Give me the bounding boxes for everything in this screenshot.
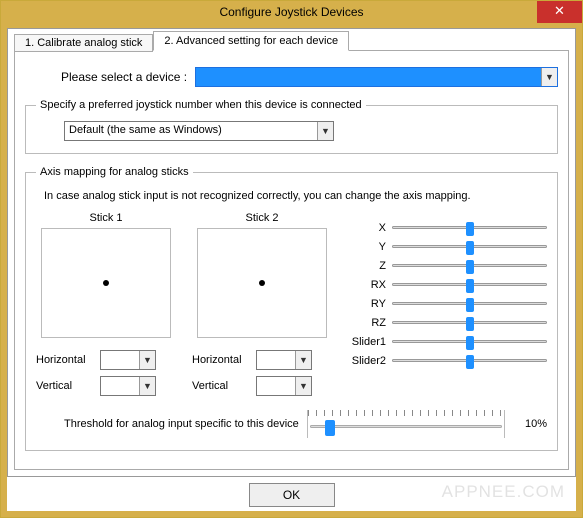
stick2-h-select[interactable]: ▼ xyxy=(256,350,312,370)
threshold-label: Threshold for analog input specific to t… xyxy=(64,418,299,430)
client-area: 1. Calibrate analog stick 2. Advanced se… xyxy=(1,22,582,517)
slider-thumb-icon xyxy=(466,279,474,293)
axis-slider[interactable] xyxy=(392,240,547,254)
axis-slider[interactable] xyxy=(392,316,547,330)
ok-button[interactable]: OK xyxy=(249,483,335,507)
threshold-slider[interactable] xyxy=(307,410,505,438)
axis-slider-row: RY xyxy=(342,294,547,313)
tab-advanced[interactable]: 2. Advanced setting for each device xyxy=(153,31,349,51)
axis-note: In case analog stick input is not recogn… xyxy=(44,190,547,202)
axis-slider[interactable] xyxy=(392,278,547,292)
stick1-v-select[interactable]: ▼ xyxy=(100,376,156,396)
axis-mapping-group: Axis mapping for analog sticks In case a… xyxy=(25,166,558,451)
axis-slider-row: Slider2 xyxy=(342,351,547,370)
slider-thumb-icon xyxy=(466,260,474,274)
axis-slider-label: Slider2 xyxy=(342,355,386,367)
device-select-value xyxy=(196,68,541,86)
joystick-number-legend: Specify a preferred joystick number when… xyxy=(36,99,366,111)
axis-slider-label: Z xyxy=(342,260,386,272)
tabstrip: 1. Calibrate analog stick 2. Advanced se… xyxy=(14,28,569,50)
stick1-preview xyxy=(41,228,171,338)
axis-slider-row: RX xyxy=(342,275,547,294)
window: Configure Joystick Devices ✕ 1. Calibrat… xyxy=(0,0,583,518)
slider-thumb-icon xyxy=(466,222,474,236)
axis-slider-row: X xyxy=(342,218,547,237)
button-bar: OK xyxy=(7,477,576,511)
joystick-number-group: Specify a preferred joystick number when… xyxy=(25,99,558,154)
chevron-down-icon: ▼ xyxy=(295,351,311,369)
slider-thumb-icon xyxy=(466,355,474,369)
axis-slider-label: RZ xyxy=(342,317,386,329)
axis-slider-row: Y xyxy=(342,237,547,256)
tab-calibrate[interactable]: 1. Calibrate analog stick xyxy=(14,34,153,52)
axis-slider[interactable] xyxy=(392,221,547,235)
stick1-dot-icon xyxy=(103,280,109,286)
inner-panel: 1. Calibrate analog stick 2. Advanced se… xyxy=(7,28,576,477)
window-title: Configure Joystick Devices xyxy=(1,5,582,19)
joystick-number-select[interactable]: Default (the same as Windows) ▼ xyxy=(64,121,334,141)
axis-slider-label: Y xyxy=(342,241,386,253)
stick2-header: Stick 2 xyxy=(192,212,332,224)
titlebar: Configure Joystick Devices ✕ xyxy=(1,1,582,22)
chevron-down-icon: ▼ xyxy=(295,377,311,395)
axis-slider[interactable] xyxy=(392,297,547,311)
chevron-down-icon: ▼ xyxy=(139,377,155,395)
device-select-label: Please select a device : xyxy=(61,70,187,84)
chevron-down-icon: ▼ xyxy=(317,122,333,140)
chevron-down-icon: ▼ xyxy=(541,68,557,86)
tab-body-advanced: Please select a device : ▼ Specify a pre… xyxy=(14,50,569,470)
threshold-value: 10% xyxy=(513,418,547,430)
axis-mapping-legend: Axis mapping for analog sticks xyxy=(36,166,193,178)
stick1-header: Stick 1 xyxy=(36,212,176,224)
slider-thumb-icon xyxy=(466,336,474,350)
axis-slider[interactable] xyxy=(392,259,547,273)
axis-slider-label: X xyxy=(342,222,386,234)
stick2-preview xyxy=(197,228,327,338)
stick2-h-label: Horizontal xyxy=(192,354,250,366)
axis-slider-row: Slider1 xyxy=(342,332,547,351)
axis-slider-label: RY xyxy=(342,298,386,310)
stick2-dot-icon xyxy=(259,280,265,286)
close-button[interactable]: ✕ xyxy=(537,1,582,23)
stick2-v-select[interactable]: ▼ xyxy=(256,376,312,396)
slider-thumb-icon xyxy=(466,241,474,255)
axis-slider-label: RX xyxy=(342,279,386,291)
threshold-thumb-icon xyxy=(325,420,335,436)
stick1-h-select[interactable]: ▼ xyxy=(100,350,156,370)
device-select[interactable]: ▼ xyxy=(195,67,558,87)
slider-thumb-icon xyxy=(466,317,474,331)
chevron-down-icon: ▼ xyxy=(139,351,155,369)
axis-sliders: XYZ RX RY RZ Slider1 Slider2 xyxy=(342,212,547,402)
axis-slider[interactable] xyxy=(392,335,547,349)
axis-slider-label: Slider1 xyxy=(342,336,386,348)
axis-slider-row: Z xyxy=(342,256,547,275)
stick1-h-label: Horizontal xyxy=(36,354,94,366)
stick2-v-label: Vertical xyxy=(192,380,250,392)
axis-slider[interactable] xyxy=(392,354,547,368)
stick1-v-label: Vertical xyxy=(36,380,94,392)
joystick-number-value: Default (the same as Windows) xyxy=(65,122,317,140)
slider-thumb-icon xyxy=(466,298,474,312)
axis-slider-row: RZ xyxy=(342,313,547,332)
